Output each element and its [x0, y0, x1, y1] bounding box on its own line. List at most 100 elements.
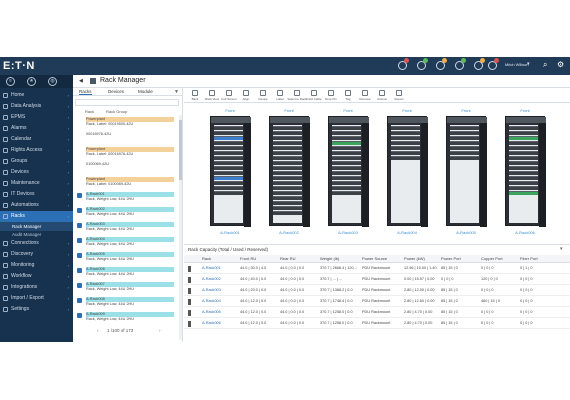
sidebar-item-rights-access[interactable]: Rights Access ›	[0, 145, 73, 156]
column-header[interactable]: Weight (lb)	[320, 256, 339, 261]
rack-device[interactable]	[273, 181, 302, 185]
rack-device[interactable]	[273, 126, 302, 130]
rack-device[interactable]	[214, 141, 243, 145]
rack-device[interactable]	[214, 171, 243, 175]
rack-device[interactable]	[509, 141, 538, 145]
sidebar-item-monitoring[interactable]: Monitoring ›	[0, 260, 73, 271]
chevron-down-icon[interactable]: ▾	[527, 61, 530, 67]
row-checkbox[interactable]	[77, 268, 82, 273]
rack-name-link[interactable]: A-Rack003	[328, 230, 368, 235]
table-row[interactable]: A-Rack004 44.0 | 12.0 | 0.0 44.0 | 0.0 | 0…	[184, 297, 570, 307]
rack-device[interactable]	[332, 126, 361, 130]
rack-device[interactable]	[214, 126, 243, 130]
rack-link[interactable]: A-Rack004	[202, 299, 221, 303]
sidebar-item-maintenance[interactable]: Maintenance ›	[0, 178, 73, 189]
toolbar-device-button[interactable]: Device	[256, 90, 270, 102]
next-page-icon[interactable]: ›	[159, 328, 161, 333]
search-icon[interactable]: ⌕	[543, 60, 547, 70]
menu-icon[interactable]: ≡	[6, 77, 15, 86]
rack-device[interactable]	[332, 141, 361, 145]
rack-device[interactable]	[214, 151, 243, 155]
rack-device[interactable]	[509, 181, 538, 185]
toolbar-back-button[interactable]: Back	[188, 90, 202, 102]
tree-row[interactable]: A-Rack009 Rack, Weight Low, 44U 2HU	[76, 312, 176, 327]
tab-devices[interactable]: Devices	[108, 89, 124, 94]
rack-device[interactable]	[450, 146, 479, 150]
rack-link[interactable]: A-Rack003	[202, 288, 221, 292]
sidebar-item-groups[interactable]: Groups ›	[0, 156, 73, 167]
toolbar-field-cable-button[interactable]: Field Cable	[306, 90, 322, 102]
rack-device[interactable]	[450, 141, 479, 145]
column-header[interactable]: Power Port	[441, 256, 461, 261]
tree-row[interactable]: A-Rack005 Rack, Weight Low, 44U 2HU	[76, 252, 176, 267]
rack-device[interactable]	[273, 191, 302, 195]
rack-cabinet[interactable]: Front A-Rack005	[446, 108, 487, 235]
row-checkbox[interactable]	[77, 238, 82, 243]
rack-device[interactable]	[214, 181, 243, 185]
column-rack-group[interactable]: Rack Group	[106, 109, 127, 114]
tab-module[interactable]: Module	[138, 89, 153, 94]
rack-device[interactable]	[214, 191, 243, 195]
column-header[interactable]: Rear RU	[280, 256, 296, 261]
column-header[interactable]: Power (kW)	[404, 256, 425, 261]
sidebar-item-calendar[interactable]: Calendar ›	[0, 134, 73, 145]
column-header[interactable]: Rack	[202, 256, 211, 261]
rack-device[interactable]	[273, 136, 302, 140]
sidebar-item-it-devices[interactable]: IT Devices ›	[0, 189, 73, 200]
tree-row[interactable]: Powerplant Rack, Label: 0100069-42U	[76, 177, 176, 192]
rack-device[interactable]	[273, 161, 302, 165]
rack-link[interactable]: A-Rack002	[202, 277, 221, 281]
rack-link[interactable]: A-Rack005	[202, 310, 221, 314]
rack-device[interactable]	[391, 151, 420, 155]
rack-device[interactable]	[214, 166, 243, 170]
rack-device[interactable]	[509, 166, 538, 170]
rack-device[interactable]	[332, 131, 361, 135]
favorites-icon[interactable]: ★	[27, 77, 36, 86]
back-arrow-icon[interactable]: ◀	[79, 78, 83, 84]
gear-icon[interactable]: ⚙	[557, 60, 564, 69]
rack-name-link[interactable]: A-Rack005	[446, 230, 486, 235]
column-header[interactable]: Copper Port	[481, 256, 503, 261]
sidebar-item-alarms[interactable]: Alarms ›	[0, 123, 73, 134]
prev-page-icon[interactable]: ‹	[97, 328, 99, 333]
column-rack[interactable]: Rack	[85, 109, 94, 114]
rack-device[interactable]	[273, 156, 302, 160]
tree-row[interactable]: A-Rack007 Rack, Weight Low, 44U 2HU	[76, 282, 176, 297]
toolbar-tag-button[interactable]: Tag	[341, 90, 355, 102]
rack-device[interactable]	[214, 146, 243, 150]
rack-device[interactable]	[214, 176, 243, 180]
rack-device[interactable]	[214, 136, 243, 140]
user-name[interactable]: Mitch Willson	[505, 62, 529, 67]
sidebar-item-racks[interactable]: Racks ›	[0, 211, 73, 222]
rack-device[interactable]	[509, 156, 538, 160]
rack-device[interactable]	[273, 151, 302, 155]
rack-device[interactable]	[332, 151, 361, 155]
table-row[interactable]: A-Rack005 44.0 | 12.0 | 0.0 44.0 | 0.0 | 0…	[184, 308, 570, 318]
rack-name-link[interactable]: A-Rack004	[387, 230, 427, 235]
rack-device[interactable]	[509, 161, 538, 165]
rack-device[interactable]	[273, 201, 302, 205]
rack-device[interactable]	[450, 126, 479, 130]
rack-device[interactable]	[273, 196, 302, 200]
column-header[interactable]: Fiber Port	[520, 256, 538, 261]
tree-row[interactable]: 0100069-42U	[76, 162, 176, 177]
row-checkbox[interactable]	[77, 253, 82, 258]
rack-device[interactable]	[509, 146, 538, 150]
rack-name-link[interactable]: A-Rack002	[269, 230, 309, 235]
rack-name-link[interactable]: A-Rack006	[505, 230, 545, 235]
toolbar-rack-view-button[interactable]: Rack View	[205, 90, 219, 102]
rack-device[interactable]	[214, 156, 243, 160]
rack-device[interactable]	[332, 146, 361, 150]
rack-device[interactable]	[273, 206, 302, 210]
rack-device[interactable]	[332, 191, 361, 195]
row-checkbox[interactable]	[77, 208, 82, 213]
tree-row[interactable]: 00016976-42U	[76, 132, 176, 147]
rack-cabinet[interactable]: Front A-Rack006	[505, 108, 546, 235]
sidebar-item-data-analysis[interactable]: Data Analysis ›	[0, 101, 73, 112]
rack-device[interactable]	[509, 126, 538, 130]
rack-device[interactable]	[509, 151, 538, 155]
table-row[interactable]: A-Rack002 44.0 | 40.0 | 0.0 44.0 | 0.0 | 0…	[184, 275, 570, 285]
tree-row[interactable]: Powerplant Rack, Label: 00019500-42U	[76, 117, 176, 132]
rack-device[interactable]	[450, 156, 479, 160]
tree-row[interactable]: A-Rack002 Rack, Weight Low, 44U 2HU	[76, 207, 176, 222]
